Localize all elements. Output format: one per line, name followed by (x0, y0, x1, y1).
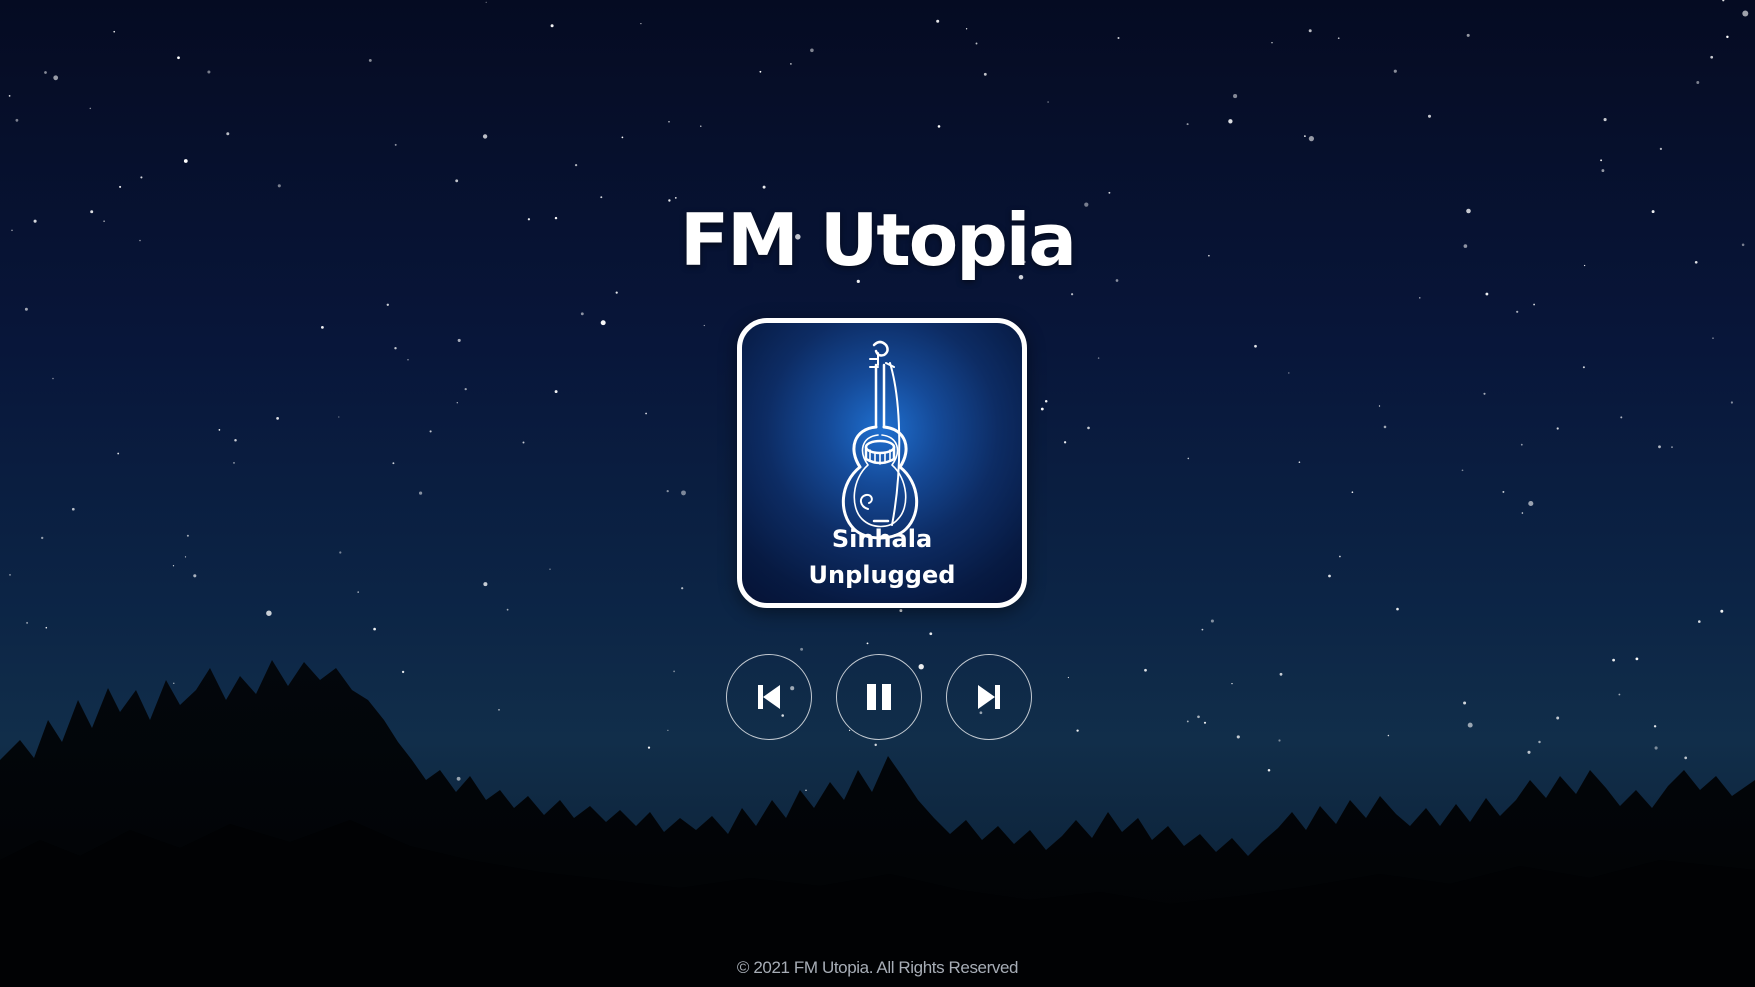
station-name-line1: Sinhala (831, 525, 933, 553)
pause-icon (867, 684, 891, 710)
station-name: Sinhala Unplugged (742, 521, 1022, 593)
next-button[interactable] (946, 654, 1032, 740)
pause-button[interactable] (836, 654, 922, 740)
skip-next-icon (978, 685, 1000, 709)
copyright-footer: © 2021 FM Utopia. All Rights Reserved (736, 958, 1019, 977)
previous-button[interactable] (726, 654, 812, 740)
station-name-line2: Unplugged (808, 561, 956, 589)
station-artwork: Sinhala Unplugged (737, 318, 1027, 608)
player-controls (726, 654, 1032, 740)
app-title: FM Utopia (679, 198, 1077, 282)
skip-previous-icon (758, 685, 780, 709)
